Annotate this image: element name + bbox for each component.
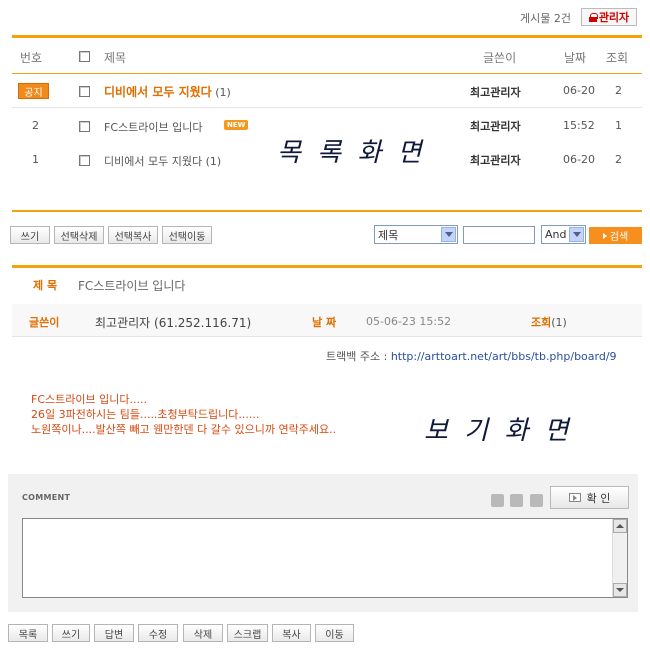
search-button[interactable]: 검색 [589,227,642,244]
scroll-up-icon[interactable] [613,519,627,533]
header-num: 번호 [20,51,43,65]
post-num: 1 [32,153,39,166]
trackback-label: 트랙백 주소 : [326,350,388,363]
write-button[interactable]: 쓰기 [52,624,90,642]
table-row[interactable]: 디비에서 모두 지웠다 (1) [104,83,231,100]
list-screen-annotation: 목 록 화 면 [277,138,426,168]
notice-badge: 공지 [18,83,49,99]
view-title: FC스트라이브 입니다 [78,279,186,293]
table-top-border [12,35,642,38]
delete-selected-button[interactable]: 선택삭제 [54,226,104,244]
post-title-link[interactable]: FC스트라이브 입니다 [104,119,202,135]
trackback: 트랙백 주소 : http://arttoart.net/art/bbs/tb.… [326,348,617,364]
view-date: 05-06-23 15:52 [366,315,452,328]
header-date: 날짜 [564,51,587,65]
view-author: 최고관리자 (61.252.116.71) [95,316,252,330]
search-field-value: 제목 [378,228,399,242]
post-views: 2 [615,84,622,97]
header-author: 글쓴이 [483,51,517,65]
copy-selected-button[interactable]: 선택복사 [108,226,158,244]
header-divider [12,73,642,74]
chevron-down-icon [569,227,584,242]
admin-button[interactable]: 관리자 [581,8,637,26]
table-row[interactable]: 디비에서 모두 지웠다 (1) [104,153,221,169]
chevron-down-icon [441,227,456,242]
scrap-button[interactable]: 스크랩 [227,624,268,642]
post-date: 15:52 [563,119,595,132]
lock-icon [588,12,598,22]
row-checkbox[interactable] [79,121,90,132]
confirm-label: 확 인 [586,491,611,505]
view-views-label: 조회 [531,316,552,329]
comment-textarea[interactable] [22,518,628,598]
expand-down-icon[interactable] [530,494,543,507]
write-button[interactable]: 쓰기 [10,226,50,244]
search-logic-value: And [545,228,567,241]
admin-label: 관리자 [598,11,630,24]
submit-icon [568,493,581,502]
search-logic-select[interactable]: And [541,225,586,244]
delete-button[interactable]: 삭제 [183,624,223,642]
row-checkbox[interactable] [79,155,90,166]
scrollbar[interactable] [612,519,627,597]
new-badge: NEW [224,120,249,130]
select-all-checkbox[interactable] [79,51,90,62]
confirm-button[interactable]: 확 인 [550,486,629,509]
post-date: 06-20 [563,153,595,166]
copy-button[interactable]: 복사 [272,624,311,642]
post-author: 최고관리자 [470,86,521,99]
row-divider [12,107,642,108]
post-count: 게시물 2건 [520,12,571,25]
move-selected-button[interactable]: 선택이동 [162,226,212,244]
view-views: 조회(1) [531,314,567,330]
edit-button[interactable]: 수정 [138,624,178,642]
view-top-border [12,265,642,268]
view-screen-annotation: 보 기 화 면 [424,416,573,446]
comment-label: COMMENT [22,493,71,502]
content-line: 노원쪽이나....발산쪽 빼고 웬만한덴 다 갈수 있으니까 연락주세요.. [31,423,337,436]
scroll-down-icon[interactable] [613,583,627,597]
view-views-value: (1) [551,316,567,329]
post-title-link[interactable]: 디비에서 모두 지웠다 [104,85,212,99]
post-date: 06-20 [563,84,595,97]
content-line: FC스트라이브 입니다..... [31,393,147,406]
row-checkbox[interactable] [79,86,90,97]
post-num: 2 [32,119,39,132]
post-author: 최고관리자 [470,120,521,133]
table-bottom-border [12,210,642,212]
view-date-label: 날 짜 [312,316,337,329]
post-author: 최고관리자 [470,154,521,167]
search-field-select[interactable]: 제목 [374,225,458,244]
comment-count: (1) [205,155,222,168]
header-views: 조회 [606,51,629,65]
search-button-label: 검색 [609,232,629,243]
expand-up-icon[interactable] [491,494,504,507]
post-views: 1 [615,119,622,132]
view-author-label: 글쓴이 [29,316,60,329]
arrow-right-icon [602,232,607,239]
move-button[interactable]: 이동 [315,624,354,642]
reset-size-icon[interactable] [510,494,523,507]
content-line: 26일 3파전하시는 팀들.....초청부탁드립니다...... [31,408,260,421]
reply-button[interactable]: 답변 [94,624,134,642]
post-title-link[interactable]: 디비에서 모두 지웠다 [104,155,202,168]
search-input[interactable] [463,226,535,244]
list-button[interactable]: 목록 [8,624,48,642]
comment-count: (1) [215,86,231,99]
post-views: 2 [615,153,622,166]
header-title: 제목 [104,51,127,65]
view-title-label: 제 목 [33,279,58,292]
trackback-url[interactable]: http://arttoart.net/art/bbs/tb.php/board… [391,350,617,363]
